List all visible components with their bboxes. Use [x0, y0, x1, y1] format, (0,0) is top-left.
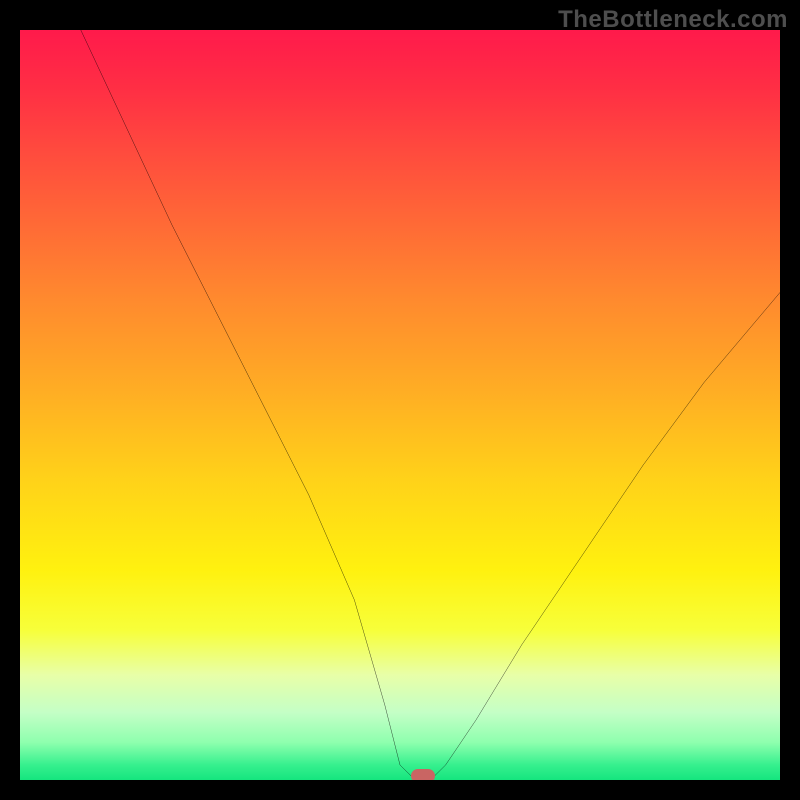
bottleneck-curve-path — [81, 30, 780, 780]
watermark-text: TheBottleneck.com — [558, 6, 788, 34]
optimal-point-marker — [411, 769, 435, 780]
chart-frame: TheBottleneck.com — [0, 0, 800, 800]
plot-area — [20, 30, 780, 780]
curve-svg — [20, 30, 780, 780]
